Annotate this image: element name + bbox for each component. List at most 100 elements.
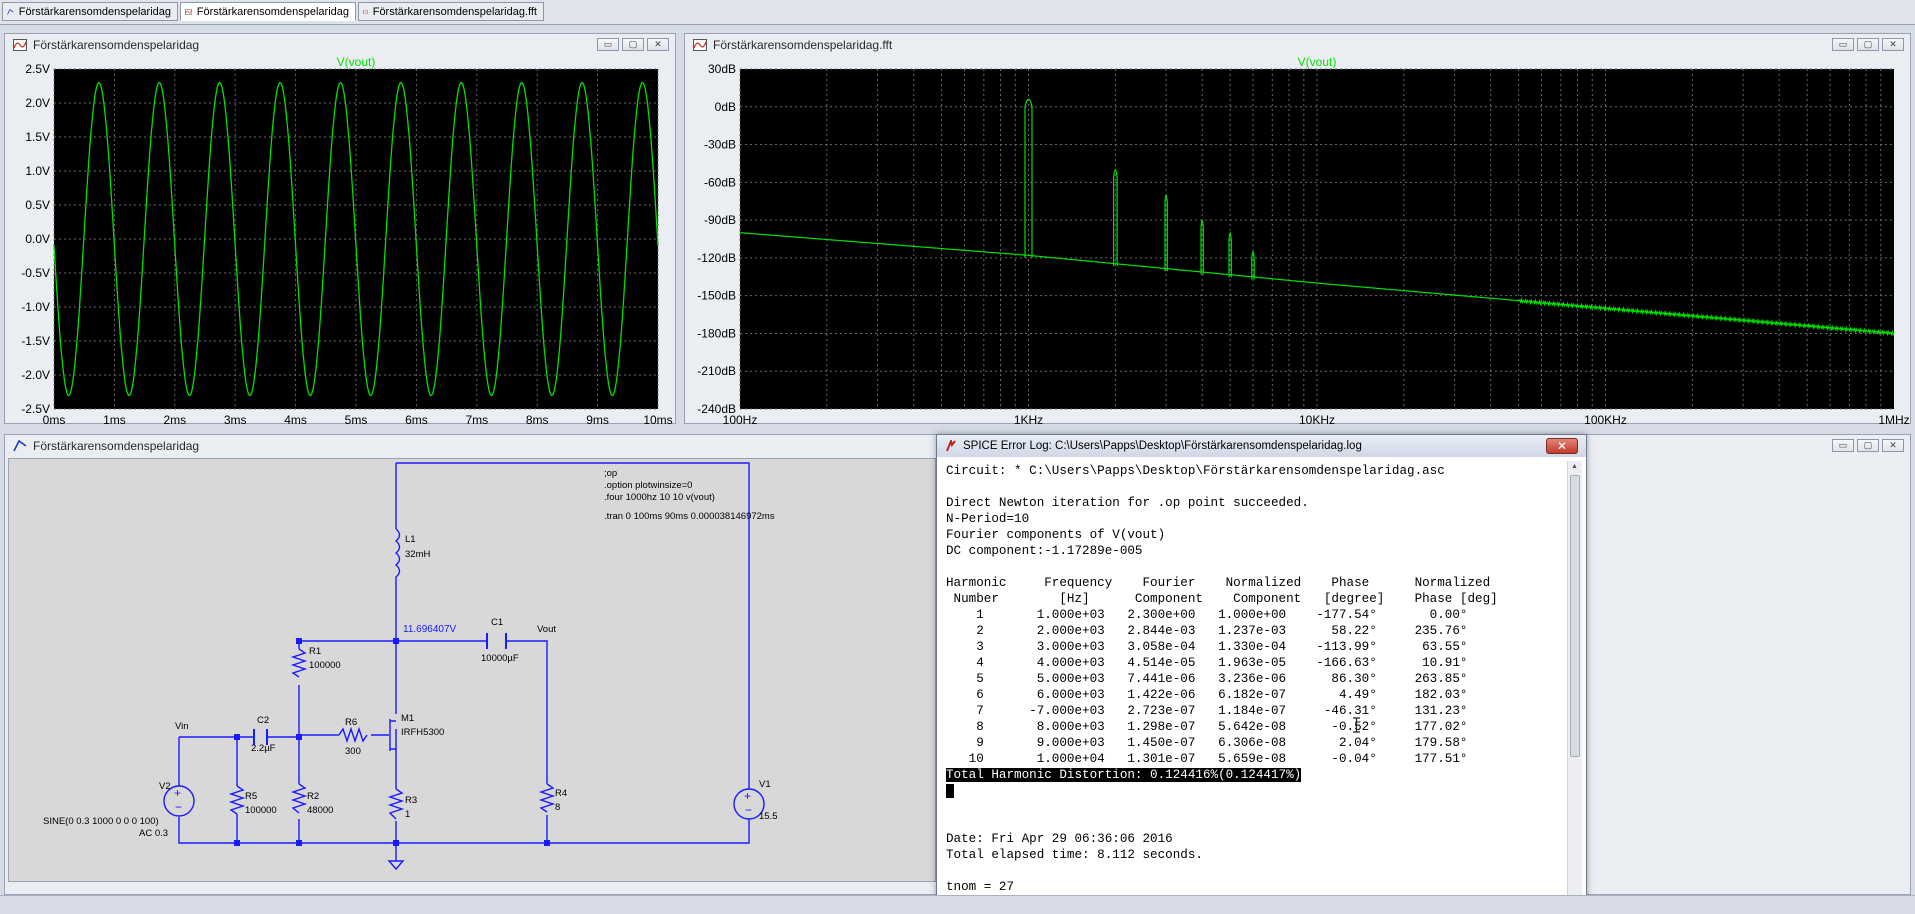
resistor-r1-name: R1 — [309, 646, 322, 657]
ltspice-logo-icon — [946, 440, 956, 452]
scroll-up-icon[interactable]: ▲ — [1571, 463, 1578, 470]
spice-directive-option[interactable]: .option plotwinsize=0 — [604, 480, 692, 491]
x-tick-label: 10KHz — [1299, 413, 1335, 424]
window-titlebar[interactable]: Förstärkarensomdenspelaridag — [5, 34, 675, 56]
chart-title: V(vout) — [337, 55, 376, 69]
tab-fft[interactable]: Förstärkarensomdenspelaridag.fft — [358, 2, 544, 21]
svg-text:−: − — [745, 803, 752, 817]
window-title: Förstärkarensomdenspelaridag — [33, 38, 200, 52]
resistor-r2-value: 48000 — [307, 805, 334, 816]
source-v1-value: 15.5 — [759, 811, 778, 822]
y-tick-label: -2.0V — [21, 368, 50, 382]
close-button[interactable]: ✕ — [1882, 439, 1904, 452]
y-tick-label: 30dB — [708, 62, 736, 76]
y-tick-label: -90dB — [704, 213, 736, 227]
resistor-r4-value: 8 — [555, 802, 561, 813]
y-tick-label: -240dB — [697, 402, 736, 416]
capacitor-c2-name: C2 — [257, 715, 270, 726]
document-tab-bar: Förstärkarensomdenspelaridag Förstärkare… — [0, 0, 1915, 25]
log-body: Circuit: * C:\Users\Papps\Desktop\Förstä… — [946, 464, 1498, 766]
thd-result: Total Harmonic Distortion: 0.124416%(0.1… — [946, 768, 1302, 782]
spice-directive-op[interactable]: ;op — [604, 468, 617, 479]
y-tick-label: -2.5V — [21, 402, 50, 416]
text-cursor — [946, 784, 954, 798]
x-tick-label: 4ms — [284, 413, 307, 424]
scrollbar-thumb[interactable] — [1570, 475, 1580, 757]
spice-directive-four[interactable]: .four 1000hz 10 10 v(vout) — [604, 492, 715, 503]
spice-directive-tran[interactable]: .tran 0 100ms 90ms 0.000038146972ms — [604, 511, 775, 522]
resistor-r5-name: R5 — [245, 791, 258, 802]
schematic-icon — [7, 8, 14, 15]
log-scrollbar[interactable]: ▲ ▼ — [1567, 461, 1582, 910]
tab-waveform[interactable]: Förstärkarensomdenspelaridag — [180, 2, 356, 21]
tab-label: Förstärkarensomdenspelaridag — [18, 5, 171, 18]
y-tick-label: -120dB — [697, 251, 736, 265]
status-bar — [0, 895, 1915, 914]
tab-label: Förstärkarensomdenspelaridag — [196, 5, 349, 18]
resistor-r5-value: 100000 — [245, 805, 277, 816]
resistor-r6-name: R6 — [345, 717, 358, 728]
x-tick-label: 1KHz — [1014, 413, 1043, 424]
spice-error-log-dialog[interactable]: SPICE Error Log: C:\Users\Papps\Desktop\… — [936, 434, 1587, 913]
transistor-m1-value: IRFH5300 — [401, 727, 445, 738]
x-tick-label: 1ms — [103, 413, 126, 424]
resistor-r3-value: 1 — [405, 809, 411, 820]
capacitor-c1-name: C1 — [491, 617, 504, 628]
ibeam-cursor-icon — [1352, 717, 1361, 733]
close-button[interactable]: ✕ — [1882, 38, 1904, 51]
minimize-button[interactable]: ▭ — [1832, 439, 1854, 452]
chart-title: V(vout) — [1298, 55, 1337, 69]
minimize-button[interactable]: ▭ — [597, 38, 619, 51]
close-button[interactable]: ✕ — [647, 38, 669, 51]
window-title: Förstärkarensomdenspelaridag — [33, 439, 200, 453]
y-tick-label: 0.5V — [25, 198, 50, 212]
restore-button[interactable]: ▢ — [622, 38, 644, 51]
log-text[interactable]: Circuit: * C:\Users\Papps\Desktop\Förstä… — [946, 463, 1498, 911]
source-v1-name: V1 — [759, 779, 771, 790]
inductor-l1-name: L1 — [405, 534, 416, 545]
x-tick-label: 2ms — [163, 413, 186, 424]
x-tick-label: 10ms — [643, 413, 672, 424]
svg-text:+: + — [174, 786, 181, 800]
resistor-r3-name: R3 — [405, 795, 418, 806]
y-tick-label: -0.5V — [21, 266, 50, 280]
source-v2-ac: AC 0.3 — [139, 828, 169, 839]
close-button[interactable]: ✕ — [1546, 438, 1578, 454]
waveform-icon — [185, 8, 192, 15]
restore-button[interactable]: ▢ — [1857, 439, 1879, 452]
schematic-canvas[interactable]: + − + − ;op .option plotwinsize=0 .four … — [8, 458, 936, 882]
net-label-vin: Vin — [175, 721, 189, 732]
waveform-icon — [693, 39, 707, 51]
x-tick-label: 100KHz — [1584, 413, 1627, 424]
restore-button[interactable]: ▢ — [1857, 38, 1879, 51]
schematic-icon — [13, 440, 27, 452]
y-tick-label: -210dB — [697, 364, 736, 378]
svg-text:−: − — [175, 800, 182, 814]
x-tick-label: 8ms — [526, 413, 549, 424]
x-tick-label: 6ms — [405, 413, 428, 424]
node-voltage-label: 11.696407V — [403, 624, 457, 635]
waveform-icon — [13, 39, 27, 51]
svg-text:+: + — [744, 789, 751, 803]
minimize-button[interactable]: ▭ — [1832, 38, 1854, 51]
resistor-r6-value: 300 — [345, 746, 361, 757]
x-tick-label: 7ms — [465, 413, 488, 424]
x-tick-label: 5ms — [345, 413, 368, 424]
y-tick-label: 2.5V — [25, 62, 50, 76]
source-v2-name: V2 — [159, 781, 171, 792]
source-v2-waveform: SINE(0 0.3 1000 0 0 0 100) — [43, 816, 159, 827]
y-tick-label: 0.0V — [25, 232, 50, 246]
fft-plot[interactable]: 100Hz 1KHz 10KHz 100KHz 1MHz30dB0dB-30dB-60d… — [684, 55, 1911, 424]
resistor-r2-name: R2 — [307, 791, 320, 802]
window-titlebar[interactable]: Förstärkarensomdenspelaridag.fft — [685, 34, 1910, 56]
transient-plot[interactable]: 0ms 1ms 2ms 3ms 4ms 5ms 6ms 7ms 8ms 9ms 10ms2.5V2.… — [4, 55, 676, 424]
window-title: Förstärkarensomdenspelaridag.fft — [713, 38, 893, 52]
dialog-title: SPICE Error Log: C:\Users\Papps\Desktop\… — [963, 440, 1362, 452]
resistor-r4-name: R4 — [555, 788, 568, 799]
y-tick-label: 2.0V — [25, 96, 50, 110]
capacitor-c2-value: 2.2µF — [251, 743, 276, 754]
x-tick-label: 3ms — [224, 413, 247, 424]
tab-label: Förstärkarensomdenspelaridag.fft — [372, 5, 537, 18]
tab-schematic[interactable]: Förstärkarensomdenspelaridag — [2, 2, 178, 21]
dialog-titlebar[interactable]: SPICE Error Log: C:\Users\Papps\Desktop\… — [937, 435, 1586, 457]
